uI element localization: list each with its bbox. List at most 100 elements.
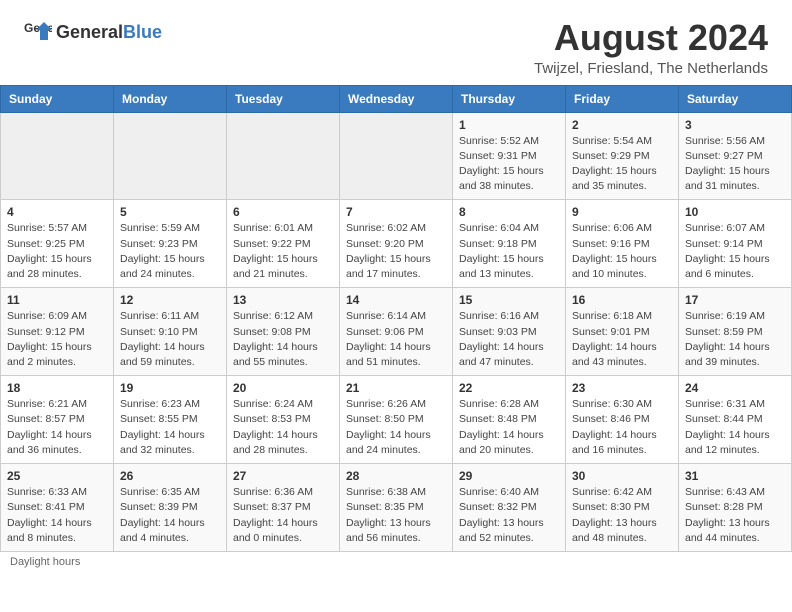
week-row-5: 25 Sunrise: 6:33 AM Sunset: 8:41 PM Dayli… — [1, 464, 792, 552]
day-cell-1-1: 5Sunrise: 5:59 AM Sunset: 9:23 PM Daylig… — [114, 200, 227, 288]
day-number: 30 — [572, 469, 672, 483]
day-cell-0-6: 3 Sunrise: 5:56 AM Sunset: 9:27 PM Daylig… — [679, 112, 792, 200]
day-cell-1-6: 10 Sunrise: 6:07 AM Sunset: 9:14 PM Dayli… — [679, 200, 792, 288]
day-info: Sunrise: 6:26 AM Sunset: 8:50 PM Dayligh… — [346, 397, 446, 458]
location-subtitle: Twijzel, Friesland, The Netherlands — [534, 60, 768, 77]
col-tuesday: Tuesday — [227, 85, 340, 112]
day-cell-0-3 — [340, 112, 453, 200]
day-cell-0-2 — [227, 112, 340, 200]
day-number: 19 — [120, 381, 220, 395]
day-info: Sunrise: 6:04 AM Sunset: 9:18 PM Dayligh… — [459, 221, 559, 282]
day-number: 27 — [233, 469, 333, 483]
day-number: 18 — [7, 381, 107, 395]
day-number: 1 — [459, 118, 559, 132]
day-number: 20 — [233, 381, 333, 395]
week-row-2: 4 Sunrise: 5:57 AM Sunset: 9:25 PM Daylig… — [1, 200, 792, 288]
day-info: Sunrise: 6:19 AM Sunset: 8:59 PM Dayligh… — [685, 309, 785, 370]
day-cell-1-4: 8Sunrise: 6:04 AM Sunset: 9:18 PM Daylig… — [453, 200, 566, 288]
day-cell-2-5: 16 Sunrise: 6:18 AM Sunset: 9:01 PM Dayli… — [566, 288, 679, 376]
day-number: 29 — [459, 469, 559, 483]
day-info: Sunrise: 6:43 AM Sunset: 8:28 PM Dayligh… — [685, 485, 785, 546]
page-header: General GeneralBlue August 2024 Twijzel,… — [0, 0, 792, 85]
day-info: Sunrise: 5:52 AM Sunset: 9:31 PM Dayligh… — [459, 134, 559, 195]
calendar-header-row: Sunday Monday Tuesday Wednesday Thursday… — [1, 85, 792, 112]
day-info: Sunrise: 6:11 AM Sunset: 9:10 PM Dayligh… — [120, 309, 220, 370]
day-number: 23 — [572, 381, 672, 395]
day-cell-1-3: 7Sunrise: 6:02 AM Sunset: 9:20 PM Daylig… — [340, 200, 453, 288]
day-cell-3-4: 22Sunrise: 6:28 AM Sunset: 8:48 PM Dayli… — [453, 376, 566, 464]
day-number: 22 — [459, 381, 559, 395]
day-cell-2-6: 17 Sunrise: 6:19 AM Sunset: 8:59 PM Dayli… — [679, 288, 792, 376]
day-number: 28 — [346, 469, 446, 483]
day-number: 31 — [685, 469, 785, 483]
week-row-1: 1 Sunrise: 5:52 AM Sunset: 9:31 PM Daylig… — [1, 112, 792, 200]
day-cell-3-5: 23 Sunrise: 6:30 AM Sunset: 8:46 PM Dayli… — [566, 376, 679, 464]
day-cell-0-5: 2Sunrise: 5:54 AM Sunset: 9:29 PM Daylig… — [566, 112, 679, 200]
day-number: 25 — [7, 469, 107, 483]
day-info: Sunrise: 6:35 AM Sunset: 8:39 PM Dayligh… — [120, 485, 220, 546]
day-cell-2-1: 12Sunrise: 6:11 AM Sunset: 9:10 PM Dayli… — [114, 288, 227, 376]
day-cell-4-3: 28 Sunrise: 6:38 AM Sunset: 8:35 PM Dayli… — [340, 464, 453, 552]
week-row-4: 18 Sunrise: 6:21 AM Sunset: 8:57 PM Dayli… — [1, 376, 792, 464]
day-number: 26 — [120, 469, 220, 483]
day-cell-4-4: 29 Sunrise: 6:40 AM Sunset: 8:32 PM Dayli… — [453, 464, 566, 552]
day-info: Sunrise: 5:56 AM Sunset: 9:27 PM Dayligh… — [685, 134, 785, 195]
day-number: 16 — [572, 293, 672, 307]
day-number: 5 — [120, 205, 220, 219]
day-cell-3-6: 24 Sunrise: 6:31 AM Sunset: 8:44 PM Dayli… — [679, 376, 792, 464]
day-info: Sunrise: 6:23 AM Sunset: 8:55 PM Dayligh… — [120, 397, 220, 458]
day-info: Sunrise: 6:16 AM Sunset: 9:03 PM Dayligh… — [459, 309, 559, 370]
logo-general-text: General — [56, 22, 123, 43]
week-row-3: 11Sunrise: 6:09 AM Sunset: 9:12 PM Dayli… — [1, 288, 792, 376]
day-info: Sunrise: 6:33 AM Sunset: 8:41 PM Dayligh… — [7, 485, 107, 546]
day-info: Sunrise: 6:40 AM Sunset: 8:32 PM Dayligh… — [459, 485, 559, 546]
day-number: 21 — [346, 381, 446, 395]
day-cell-0-4: 1 Sunrise: 5:52 AM Sunset: 9:31 PM Daylig… — [453, 112, 566, 200]
logo-blue-text: Blue — [123, 22, 162, 43]
day-number: 24 — [685, 381, 785, 395]
day-cell-1-0: 4 Sunrise: 5:57 AM Sunset: 9:25 PM Daylig… — [1, 200, 114, 288]
day-cell-4-0: 25 Sunrise: 6:33 AM Sunset: 8:41 PM Dayli… — [1, 464, 114, 552]
day-number: 17 — [685, 293, 785, 307]
col-friday: Friday — [566, 85, 679, 112]
day-info: Sunrise: 6:24 AM Sunset: 8:53 PM Dayligh… — [233, 397, 333, 458]
day-info: Sunrise: 6:07 AM Sunset: 9:14 PM Dayligh… — [685, 221, 785, 282]
day-cell-4-1: 26 Sunrise: 6:35 AM Sunset: 8:39 PM Dayli… — [114, 464, 227, 552]
day-info: Sunrise: 6:06 AM Sunset: 9:16 PM Dayligh… — [572, 221, 672, 282]
day-info: Sunrise: 6:38 AM Sunset: 8:35 PM Dayligh… — [346, 485, 446, 546]
day-cell-1-5: 9 Sunrise: 6:06 AM Sunset: 9:16 PM Daylig… — [566, 200, 679, 288]
day-number: 9 — [572, 205, 672, 219]
day-cell-3-0: 18 Sunrise: 6:21 AM Sunset: 8:57 PM Dayli… — [1, 376, 114, 464]
title-area: August 2024 Twijzel, Friesland, The Neth… — [534, 18, 768, 77]
footer-note: Daylight hours — [0, 552, 792, 572]
day-info: Sunrise: 6:42 AM Sunset: 8:30 PM Dayligh… — [572, 485, 672, 546]
day-cell-2-3: 14Sunrise: 6:14 AM Sunset: 9:06 PM Dayli… — [340, 288, 453, 376]
day-cell-3-2: 20 Sunrise: 6:24 AM Sunset: 8:53 PM Dayli… — [227, 376, 340, 464]
logo: General GeneralBlue — [24, 18, 162, 46]
day-info: Sunrise: 6:18 AM Sunset: 9:01 PM Dayligh… — [572, 309, 672, 370]
col-monday: Monday — [114, 85, 227, 112]
day-cell-4-2: 27 Sunrise: 6:36 AM Sunset: 8:37 PM Dayli… — [227, 464, 340, 552]
day-number: 6 — [233, 205, 333, 219]
day-number: 3 — [685, 118, 785, 132]
day-number: 10 — [685, 205, 785, 219]
day-number: 7 — [346, 205, 446, 219]
day-info: Sunrise: 6:12 AM Sunset: 9:08 PM Dayligh… — [233, 309, 333, 370]
day-cell-2-4: 15 Sunrise: 6:16 AM Sunset: 9:03 PM Dayli… — [453, 288, 566, 376]
day-cell-4-6: 31 Sunrise: 6:43 AM Sunset: 8:28 PM Dayli… — [679, 464, 792, 552]
day-cell-3-3: 21 Sunrise: 6:26 AM Sunset: 8:50 PM Dayli… — [340, 376, 453, 464]
day-info: Sunrise: 6:01 AM Sunset: 9:22 PM Dayligh… — [233, 221, 333, 282]
day-info: Sunrise: 6:30 AM Sunset: 8:46 PM Dayligh… — [572, 397, 672, 458]
day-number: 13 — [233, 293, 333, 307]
day-cell-2-2: 13 Sunrise: 6:12 AM Sunset: 9:08 PM Dayli… — [227, 288, 340, 376]
day-number: 4 — [7, 205, 107, 219]
day-info: Sunrise: 5:57 AM Sunset: 9:25 PM Dayligh… — [7, 221, 107, 282]
day-cell-2-0: 11Sunrise: 6:09 AM Sunset: 9:12 PM Dayli… — [1, 288, 114, 376]
day-info: Sunrise: 6:09 AM Sunset: 9:12 PM Dayligh… — [7, 309, 107, 370]
col-wednesday: Wednesday — [340, 85, 453, 112]
day-number: 15 — [459, 293, 559, 307]
day-info: Sunrise: 6:31 AM Sunset: 8:44 PM Dayligh… — [685, 397, 785, 458]
day-cell-0-0 — [1, 112, 114, 200]
day-info: Sunrise: 6:21 AM Sunset: 8:57 PM Dayligh… — [7, 397, 107, 458]
day-info: Sunrise: 6:36 AM Sunset: 8:37 PM Dayligh… — [233, 485, 333, 546]
